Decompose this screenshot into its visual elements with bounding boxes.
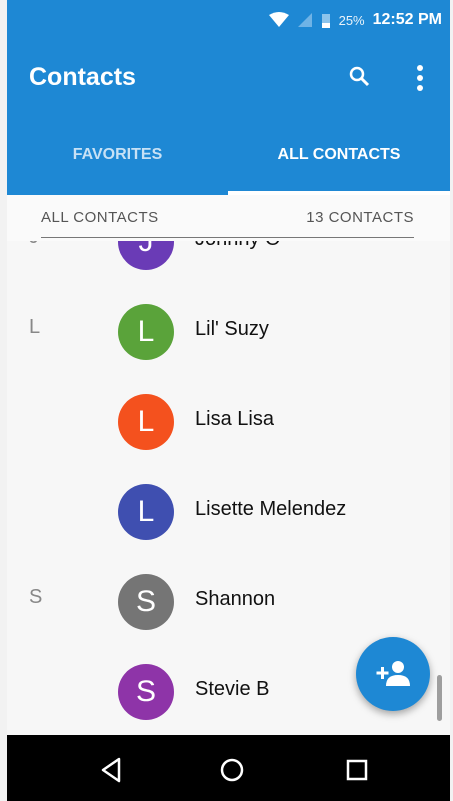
back-icon[interactable] [97,755,127,785]
add-contact-icon [376,661,410,686]
list-item[interactable]: S S Shannon [7,556,450,646]
recents-icon[interactable] [342,755,372,785]
add-contact-button[interactable] [356,637,430,711]
avatar: L [118,304,174,360]
scrollbar[interactable] [437,675,442,721]
avatar: L [118,394,174,450]
contact-name: Lil' Suzy [195,318,269,340]
page-title: Contacts [29,63,136,91]
list-item[interactable]: J J Johnny O [7,241,450,286]
contact-name: Lisette Melendez [195,498,347,520]
home-icon[interactable] [217,755,247,785]
more-vert-icon[interactable] [415,64,425,92]
tab-bar: FAVORITES ALL CONTACTS [7,115,450,195]
list-item[interactable]: L Lisa Lisa [7,376,450,466]
contact-count: 13 CONTACTS [306,209,414,226]
signal-icon [297,13,312,27]
app-bar: Contacts [7,40,450,115]
list-item[interactable]: L Lisette Melendez [7,466,450,556]
list-header-label: ALL CONTACTS [41,209,159,226]
battery-icon [321,13,330,28]
list-header: ALL CONTACTS 13 CONTACTS [7,195,450,241]
contact-name: Johnny O [195,241,281,251]
section-letter: S [29,586,43,608]
divider [41,237,414,238]
search-icon[interactable] [347,64,371,88]
avatar: S [118,664,174,720]
navigation-bar [7,735,450,801]
section-letter: L [29,316,41,338]
contact-name: Stevie B [195,678,270,700]
avatar: L [118,484,174,540]
avatar: J [118,241,174,270]
section-letter: J [29,241,49,249]
contact-name: Shannon [195,588,276,610]
list-item[interactable]: L L Lil' Suzy [7,286,450,376]
battery-percentage: 25% [338,12,365,28]
status-bar: 25% 12:52 PM [7,0,450,40]
contact-name: Lisa Lisa [195,408,274,430]
tab-favorites[interactable]: FAVORITES [7,115,228,195]
clock: 12:52 PM [372,11,442,28]
tab-all-contacts[interactable]: ALL CONTACTS [228,115,450,195]
wifi-icon [268,12,289,27]
avatar: S [118,574,174,630]
